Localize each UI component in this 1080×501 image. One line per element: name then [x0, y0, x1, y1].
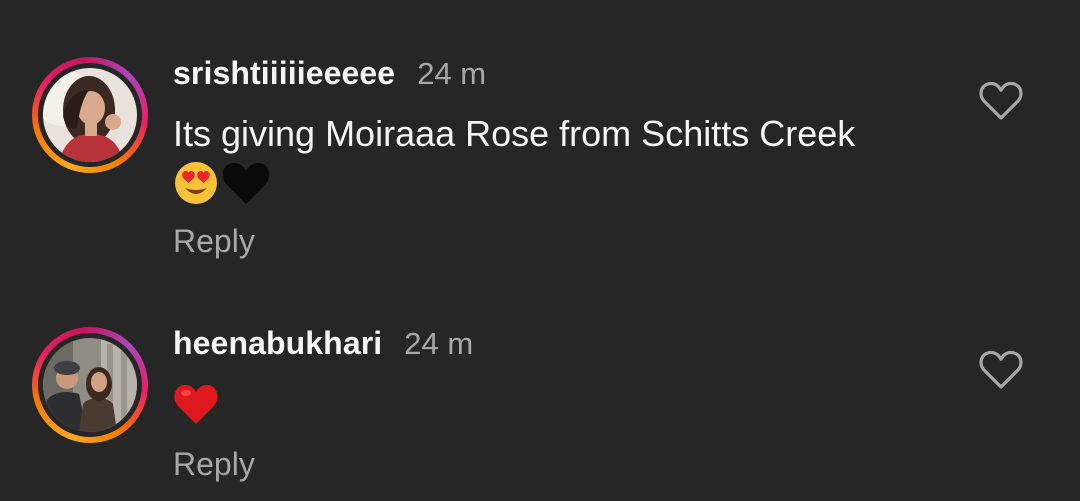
- avatar-gap: [38, 333, 142, 437]
- username[interactable]: heenabukhari: [173, 325, 382, 362]
- timestamp: 24 m: [417, 56, 487, 91]
- comment-item: srishtiiiiieeeee 24 m Its giving Moiraaa…: [0, 0, 1080, 300]
- avatar[interactable]: [43, 68, 137, 162]
- emoji-row: [173, 382, 219, 431]
- avatar-photo: [43, 338, 137, 432]
- red-heart-emoji-icon: [173, 382, 219, 431]
- like-button[interactable]: [978, 80, 1024, 122]
- emoji-row: [173, 160, 271, 211]
- avatar-photo: [43, 68, 137, 162]
- username[interactable]: srishtiiiiieeeee: [173, 55, 395, 92]
- reply-button[interactable]: Reply: [173, 446, 255, 483]
- story-ring[interactable]: [32, 327, 148, 443]
- heart-outline-icon: [979, 350, 1023, 389]
- comment-meta: srishtiiiiieeeee 24 m: [173, 55, 486, 92]
- avatar-gap: [38, 63, 142, 167]
- avatar[interactable]: [43, 338, 137, 432]
- timestamp: 24 m: [404, 326, 474, 361]
- heart-eyes-emoji-icon: [173, 160, 219, 211]
- comments-panel: srishtiiiiieeeee 24 m Its giving Moiraaa…: [0, 0, 1080, 501]
- comment-item: heenabukhari 24 m Reply: [0, 300, 1080, 501]
- black-heart-emoji-icon: [221, 160, 271, 211]
- heart-outline-icon: [979, 81, 1023, 120]
- comment-text: Its giving Moiraaa Rose from Schitts Cre…: [173, 113, 856, 154]
- reply-button[interactable]: Reply: [173, 223, 255, 260]
- like-button[interactable]: [978, 349, 1024, 391]
- comment-meta: heenabukhari 24 m: [173, 325, 473, 362]
- story-ring[interactable]: [32, 57, 148, 173]
